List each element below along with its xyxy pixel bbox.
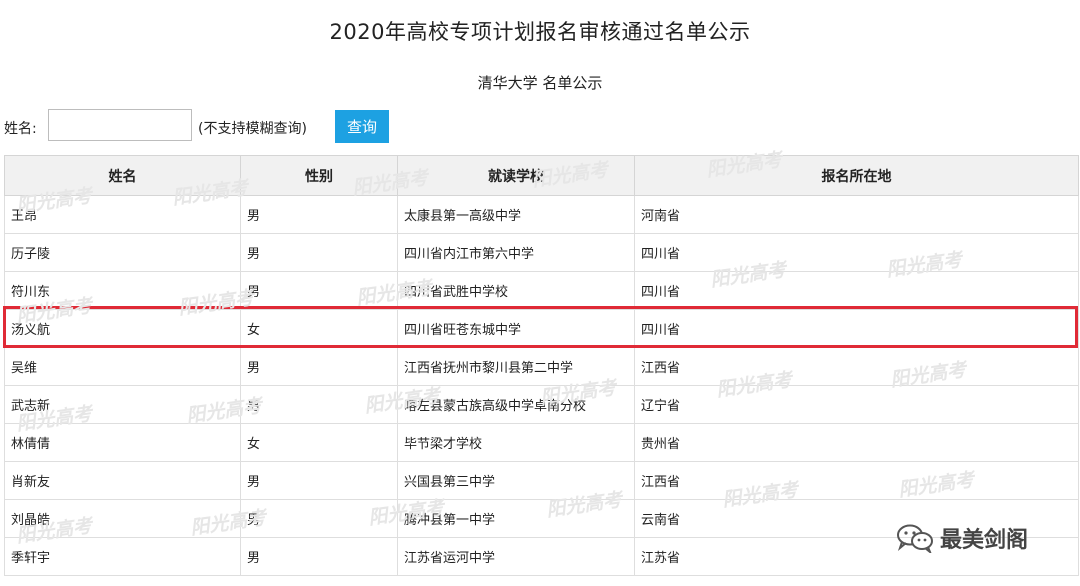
- cell-name: 王昂: [4, 195, 241, 234]
- cell-school: 毕节梁才学校: [397, 423, 635, 462]
- wechat-icon: [897, 524, 933, 553]
- cell-location: 河南省: [634, 195, 1079, 234]
- cell-gender: 男: [240, 195, 398, 234]
- highlighted-row-frame: [3, 306, 1078, 348]
- cell-name: 吴维: [4, 347, 241, 386]
- corner-logo: 最美剑阁: [896, 522, 1028, 554]
- cell-name: 历子陵: [4, 233, 241, 272]
- cell-school: 江西省抚州市黎川县第二中学: [397, 347, 635, 386]
- header-school: 就读学校: [397, 155, 635, 196]
- name-search-input[interactable]: [48, 109, 192, 141]
- table-row: 武志新男喀左县蒙古族高级中学卓南分校 辽宁省: [4, 385, 1079, 424]
- cell-gender: 男: [240, 537, 398, 576]
- cell-name: 武志新: [4, 385, 241, 424]
- cell-gender: 男: [240, 271, 398, 310]
- cell-location: 四川省: [634, 271, 1079, 310]
- header-name: 姓名: [4, 155, 241, 196]
- cell-location: 辽宁省: [634, 385, 1079, 424]
- table-row: 王昂男太康县第一高级中学 河南省: [4, 195, 1079, 234]
- approved-list-table: 姓名 性别 就读学校 报名所在地 王昂男太康县第一高级中学 河南省 历子陵男四川省内…: [4, 155, 1079, 576]
- page-subtitle: 清华大学 名单公示: [477, 74, 603, 92]
- cell-name: 季轩宇: [4, 537, 241, 576]
- header-location: 报名所在地: [634, 155, 1079, 196]
- cell-gender: 男: [240, 233, 398, 272]
- cell-school: 江苏省运河中学: [397, 537, 635, 576]
- cell-location: 江西省: [634, 461, 1079, 500]
- cell-name: 刘晶皓: [4, 499, 241, 538]
- cell-gender: 男: [240, 385, 398, 424]
- cell-school: 四川省武胜中学校: [397, 271, 635, 310]
- cell-school: 喀左县蒙古族高级中学卓南分校: [397, 385, 635, 424]
- cell-gender: 男: [240, 461, 398, 500]
- table-row: 吴维男江西省抚州市黎川县第二中学 江西省: [4, 347, 1079, 386]
- corner-logo-text: 最美剑阁: [940, 528, 1029, 553]
- table-body: 王昂男太康县第一高级中学 河南省 历子陵男四川省内江市第六中学 四川省 符川东男四川省武…: [4, 195, 1079, 576]
- table-header-row: 姓名 性别 就读学校 报名所在地: [4, 155, 1079, 196]
- search-note: (不支持模糊查询): [198, 121, 307, 137]
- cell-name: 林倩倩: [4, 423, 241, 462]
- cell-location: 贵州省: [634, 423, 1079, 462]
- cell-school: 四川省内江市第六中学: [397, 233, 635, 272]
- cell-name: 符川东: [4, 271, 241, 310]
- header-gender: 性别: [240, 155, 398, 196]
- table-row: 符川东男四川省武胜中学校 四川省: [4, 271, 1079, 310]
- cell-school: 兴国县第三中学: [397, 461, 635, 500]
- cell-gender: 女: [240, 423, 398, 462]
- cell-location: 四川省: [634, 233, 1079, 272]
- cell-location: 江西省: [634, 347, 1079, 386]
- cell-school: 太康县第一高级中学: [397, 195, 635, 234]
- search-button[interactable]: 查询: [335, 110, 389, 143]
- table-row: 历子陵男四川省内江市第六中学 四川省: [4, 233, 1079, 272]
- cell-gender: 男: [240, 347, 398, 386]
- cell-gender: 男: [240, 499, 398, 538]
- table-row: 肖新友男兴国县第三中学 江西省: [4, 461, 1079, 500]
- table-row: 林倩倩女毕节梁才学校 贵州省: [4, 423, 1079, 462]
- cell-school: 腾冲县第一中学: [397, 499, 635, 538]
- name-search-label: 姓名:: [4, 121, 37, 137]
- cell-name: 肖新友: [4, 461, 241, 500]
- page-title: 2020年高校专项计划报名审核通过名单公示: [329, 20, 751, 44]
